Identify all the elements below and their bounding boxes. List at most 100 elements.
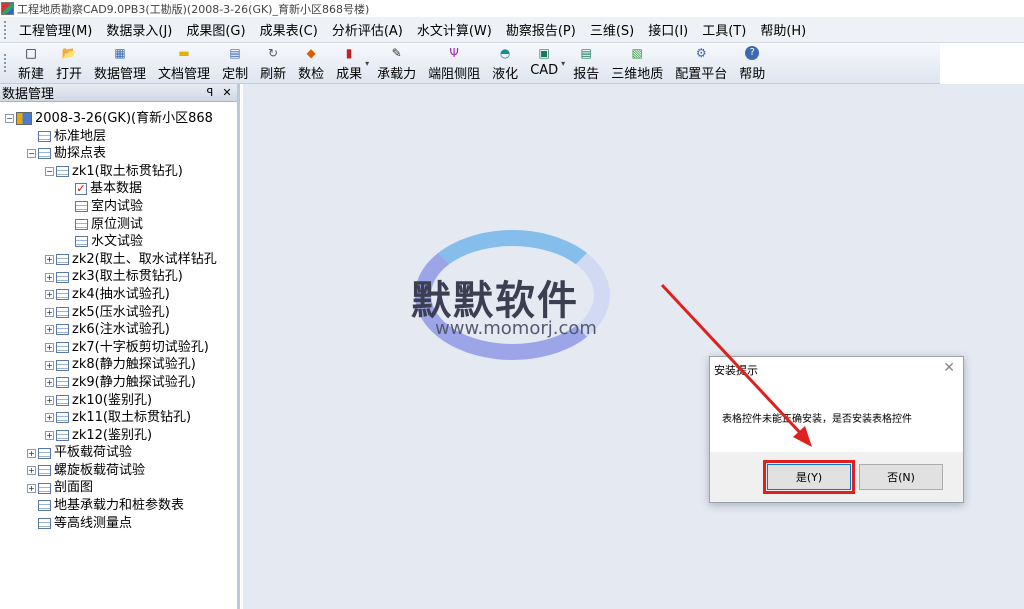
cad-dropdown-icon[interactable]: ▾ [561,59,565,68]
report-button[interactable]: ▤ 报告 [567,43,605,83]
menu-analysis[interactable]: 分析评估(A) [325,20,410,39]
expand-icon[interactable]: + [45,290,54,300]
project-icon [16,112,32,126]
3d-geology-button[interactable]: ▧ 三维地质 [605,43,669,83]
menu-result-table[interactable]: 成果表(C) [253,20,325,39]
table-icon [38,130,51,142]
data-tree: −2008-3-26(GK)(育新小区868 标准地层 − 勘探点表 − zk1(取… [0,110,236,532]
config-platform-button[interactable]: ⚙ 配置平台 [669,43,733,83]
results-button[interactable]: ▮ 成果 [330,43,368,83]
close-icon[interactable]: ✕ [220,86,234,99]
menu-report[interactable]: 勘察报告(P) [499,20,583,39]
collapse-icon[interactable]: − [27,149,36,159]
tree-node-zk12[interactable]: + zk12(鉴别孔) [0,427,236,445]
toolbar-grip[interactable] [4,54,8,72]
document-management-button[interactable]: ▬ 文档管理 [152,43,216,83]
dialog-message: 表格控件未能正确安装，是否安装表格控件 [722,414,912,425]
tree-node-basic-data[interactable]: ✓ 基本数据 [0,180,236,198]
expand-icon[interactable]: + [45,325,54,335]
toolbar: □ 新建 📂 打开 ▦ 数据管理 ▬ 文档管理 ▤ 定制 ↻ 刷新 ◆ 数检 ▮ 成果 ▾ ✎ 承… [0,43,940,84]
data-management-panel: 数据管理 ꟼ ✕ −2008-3-26(GK)(育新小区868 标准地层 − 勘探… [0,84,240,609]
menu-project[interactable]: 工程管理(M) [12,20,99,39]
tree-node-screw-plate-test[interactable]: + 螺旋板载荷试验 [0,462,236,480]
liquefaction-button[interactable]: ◓ 液化 [486,43,524,83]
tree-node-zk5[interactable]: + zk5(压水试验孔) [0,304,236,322]
expand-icon[interactable]: + [27,466,36,476]
tree-node-in-situ-test[interactable]: 原位测试 [0,216,236,234]
table-icon [75,236,88,248]
expand-icon[interactable]: + [27,448,36,458]
help-button[interactable]: ? 帮助 [733,43,771,83]
cad-icon: ▣ [538,46,550,60]
menu-hydro[interactable]: 水文计算(W) [410,20,499,39]
new-button[interactable]: □ 新建 [12,43,50,83]
install-prompt-dialog: 安装提示 ✕ 表格控件未能正确安装，是否安装表格控件 是(Y) 否(N) [709,356,964,503]
tree-node-profile[interactable]: + 剖面图 [0,479,236,497]
expand-icon[interactable]: + [45,430,54,440]
table-icon [56,306,69,318]
table-icon [56,429,69,441]
expand-icon[interactable]: + [45,413,54,423]
tree-node-zk8[interactable]: + zk8(静力触探试验孔) [0,356,236,374]
menu-data-entry[interactable]: 数据录入(J) [99,20,179,39]
tip-side-resistance-button[interactable]: Ψ 端阻侧阻 [422,43,486,83]
menubar-grip[interactable] [4,20,8,39]
collapse-icon[interactable]: − [5,114,14,124]
expand-icon[interactable]: + [45,378,54,388]
menu-3d[interactable]: 三维(S) [583,20,641,39]
help-icon: ? [745,46,760,60]
folder-open-icon: 📂 [61,46,77,60]
menu-result-graph[interactable]: 成果图(G) [179,20,252,39]
tree-node-zk10[interactable]: + zk10(鉴别孔) [0,392,236,410]
tree-node-zk7[interactable]: + zk7(十字板剪切试验孔) [0,339,236,357]
tree-node-hydro-test[interactable]: 水文试验 [0,233,236,251]
tree-node-zk6[interactable]: + zk6(注水试验孔) [0,321,236,339]
panel-title: 数据管理 [2,87,55,102]
yes-button[interactable]: 是(Y) [763,460,855,494]
tree-node-zk3[interactable]: + zk3(取土标贯钻孔) [0,268,236,286]
collapse-icon[interactable]: − [45,167,54,177]
dialog-footer: 是(Y) 否(N) [710,452,963,502]
table-icon [75,218,88,230]
results-dropdown-icon[interactable]: ▾ [365,59,369,68]
liquefaction-icon: ◓ [499,46,511,60]
menu-help[interactable]: 帮助(H) [753,20,813,39]
tree-node-zk4[interactable]: + zk4(抽水试验孔) [0,286,236,304]
pin-icon[interactable]: ꟼ [203,86,217,99]
customize-button[interactable]: ▤ 定制 [216,43,254,83]
cad-button[interactable]: ▣ CAD [524,43,564,83]
expand-icon[interactable]: + [45,395,54,405]
data-check-button[interactable]: ◆ 数检 [292,43,330,83]
expand-icon[interactable]: + [45,272,54,282]
tree-node-standard-strata[interactable]: 标准地层 [0,128,236,146]
no-button[interactable]: 否(N) [859,464,943,490]
tree-node-plate-load-test[interactable]: + 平板载荷试验 [0,444,236,462]
tree-node-contour-points[interactable]: 等高线测量点 [0,515,236,533]
bearing-capacity-button[interactable]: ✎ 承载力 [371,43,422,83]
tree-node-zk1[interactable]: − zk1(取土标贯钻孔) [0,163,236,181]
tree-node-exploration-points[interactable]: − 勘探点表 [0,145,236,163]
expand-icon[interactable]: + [45,307,54,317]
data-grid-icon: ▦ [114,46,126,60]
dialog-close-icon[interactable]: ✕ [943,360,955,376]
tree-node-root[interactable]: −2008-3-26(GK)(育新小区868 [0,110,236,128]
refresh-button[interactable]: ↻ 刷新 [254,43,292,83]
menu-interface[interactable]: 接口(I) [641,20,695,39]
tree-node-zk11[interactable]: + zk11(取土标贯钻孔) [0,409,236,427]
expand-icon[interactable]: + [45,360,54,370]
expand-icon[interactable]: + [45,343,54,353]
folder-icon: ▬ [178,46,190,60]
table-icon [38,500,51,512]
tree-node-bearing-table[interactable]: 地基承载力和桩参数表 [0,497,236,515]
watermark: 默默软件 www.momorj.com [405,230,635,360]
report-icon: ▤ [580,46,592,60]
refresh-icon: ↻ [268,46,279,60]
tree-node-zk2[interactable]: + zk2(取土、取水试样钻孔 [0,251,236,269]
tree-node-zk9[interactable]: + zk9(静力触探试验孔) [0,374,236,392]
menu-tools[interactable]: 工具(T) [695,20,753,39]
open-button[interactable]: 📂 打开 [50,43,88,83]
tree-node-lab-test[interactable]: 室内试验 [0,198,236,216]
data-management-button[interactable]: ▦ 数据管理 [88,43,152,83]
expand-icon[interactable]: + [45,255,54,265]
expand-icon[interactable]: + [27,483,36,493]
